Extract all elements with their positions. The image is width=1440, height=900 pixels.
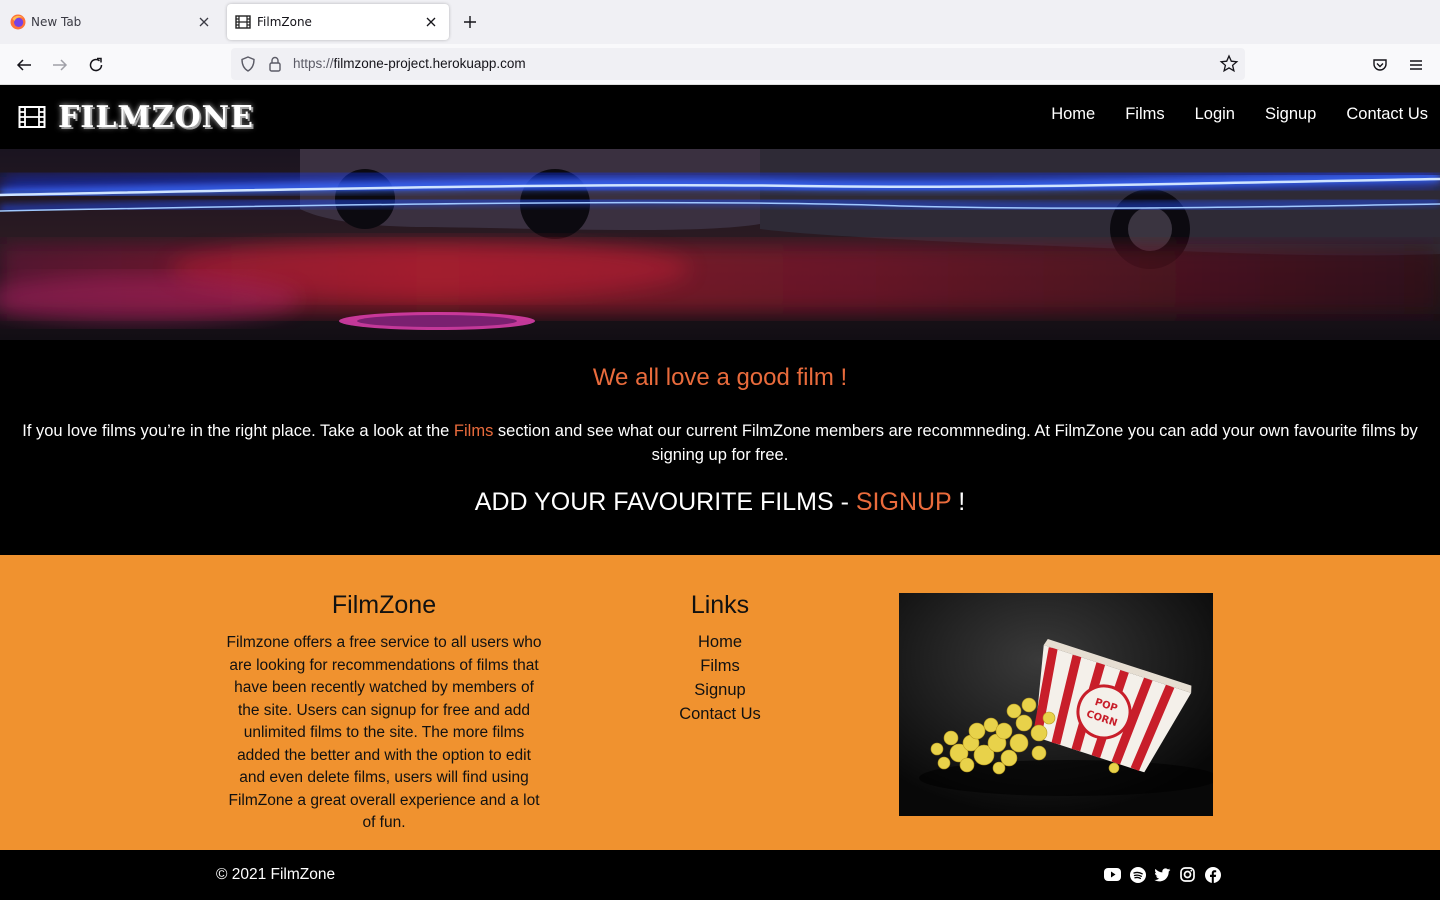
bottom-bar: © 2021 FilmZone: [0, 850, 1440, 900]
instagram-icon[interactable]: [1179, 866, 1196, 883]
site-header: FILMZONE Home Films Login Signup Contact…: [0, 85, 1440, 149]
lock-icon[interactable]: [266, 55, 284, 73]
footer-link-contact[interactable]: Contact Us: [620, 702, 820, 726]
tab-new-tab[interactable]: New Tab: [0, 4, 222, 40]
footer-about-title: FilmZone: [331, 591, 437, 619]
facebook-icon[interactable]: [1204, 866, 1221, 883]
intro-text-after: section and see what our current FilmZon…: [493, 422, 1418, 464]
footer-link-signup[interactable]: Signup: [620, 678, 820, 702]
main-nav: Home Films Login Signup Contact Us: [1021, 105, 1428, 124]
browser-tab-bar: New Tab FilmZone: [0, 0, 1440, 44]
tab-filmzone[interactable]: FilmZone: [227, 4, 449, 40]
footer-links: Links Home Films Signup Contact Us: [620, 591, 820, 726]
films-link[interactable]: Films: [454, 422, 493, 440]
forward-arrow-icon[interactable]: [46, 52, 74, 78]
footer-link-home[interactable]: Home: [620, 630, 820, 654]
new-tab-plus-icon[interactable]: [458, 10, 482, 34]
popcorn-image: POP CORN: [899, 593, 1213, 816]
cta-text: ADD YOUR FAVOURITE FILMS -: [474, 488, 856, 516]
nav-home[interactable]: Home: [1051, 105, 1095, 124]
logo-text: FILMZONE: [58, 99, 254, 135]
url-bar[interactable]: https://filmzone-project.herokuapp.com: [231, 48, 1245, 80]
url-host: filmzone-project.herokuapp.com: [333, 56, 526, 71]
signup-link[interactable]: SIGNUP: [856, 488, 951, 516]
intro-text-before: If you love films you’re in the right pl…: [22, 422, 454, 440]
url-scheme: https://: [293, 56, 334, 71]
site-logo[interactable]: FILMZONE: [18, 99, 254, 135]
cta-end: !: [951, 488, 966, 516]
tab-label: New Tab: [31, 15, 82, 29]
twitter-icon[interactable]: [1154, 866, 1171, 883]
nav-login[interactable]: Login: [1195, 105, 1235, 124]
url-text[interactable]: https://filmzone-project.herokuapp.com: [293, 56, 526, 71]
copyright-text: © 2021 FilmZone: [216, 866, 336, 883]
film-icon: [235, 15, 251, 29]
hero-banner-image: [0, 149, 1440, 340]
footer-link-films[interactable]: Films: [620, 654, 820, 678]
youtube-icon[interactable]: [1104, 866, 1121, 883]
pocket-icon[interactable]: [1366, 52, 1394, 78]
footer-links-title: Links: [690, 591, 750, 619]
nav-contact[interactable]: Contact Us: [1346, 105, 1428, 124]
intro-title: We all love a good film !: [592, 364, 848, 391]
firefox-icon: [10, 14, 26, 30]
footer: FilmZone Filmzone offers a free service …: [0, 555, 1440, 850]
tab-label: FilmZone: [257, 15, 312, 29]
intro-text: If you love films you’re in the right pl…: [20, 419, 1420, 467]
footer-about-text: Filmzone offers a free service to all us…: [226, 634, 542, 831]
social-links: [1104, 866, 1221, 883]
intro-section: We all love a good film ! If you love fi…: [0, 340, 1440, 555]
bookmark-star-icon[interactable]: [1219, 54, 1239, 74]
spotify-icon[interactable]: [1129, 866, 1146, 883]
browser-toolbar: https://filmzone-project.herokuapp.com: [0, 44, 1440, 85]
signup-cta: ADD YOUR FAVOURITE FILMS - SIGNUP !: [0, 488, 1440, 517]
close-tab-icon[interactable]: [421, 12, 441, 32]
nav-signup[interactable]: Signup: [1265, 105, 1316, 124]
footer-about: FilmZone Filmzone offers a free service …: [224, 591, 544, 835]
back-arrow-icon[interactable]: [10, 52, 38, 78]
reload-icon[interactable]: [82, 52, 110, 78]
menu-hamburger-icon[interactable]: [1402, 52, 1430, 78]
film-reel-icon: [18, 106, 46, 128]
shield-icon[interactable]: [239, 55, 257, 73]
close-tab-icon[interactable]: [194, 12, 214, 32]
nav-films[interactable]: Films: [1125, 105, 1164, 124]
